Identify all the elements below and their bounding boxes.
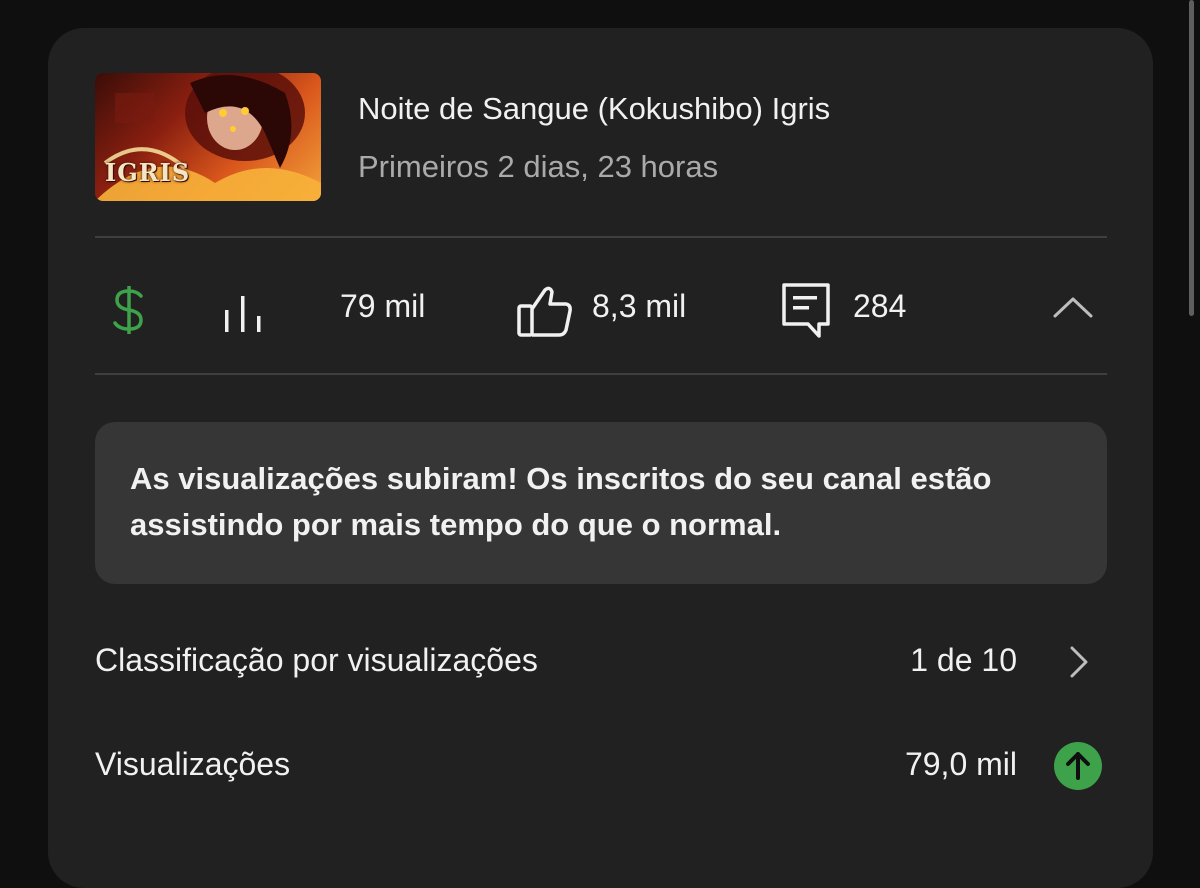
page-scrollbar[interactable] xyxy=(1189,0,1194,316)
chevron-up-icon[interactable] xyxy=(1053,296,1093,325)
views-value: 79,0 mil xyxy=(904,746,1017,782)
comment-icon[interactable] xyxy=(781,282,831,345)
comments-count: 284 xyxy=(853,288,907,324)
thumbnail-caption: IGRIS xyxy=(105,158,191,187)
insight-banner: As visualizações subiram! Os inscritos d… xyxy=(95,422,1107,584)
insight-text: As visualizações subiram! Os inscritos d… xyxy=(130,461,992,542)
bar-chart-icon xyxy=(223,294,267,339)
video-title: Noite de Sangue (Kokushibo) Igris xyxy=(358,91,831,126)
video-period: Primeiros 2 dias, 23 horas xyxy=(358,149,719,184)
likes-count: 8,3 mil xyxy=(592,288,687,324)
header-divider xyxy=(95,236,1107,238)
ranking-value: 1 de 10 xyxy=(910,642,1017,678)
views-label: Visualizações xyxy=(95,746,291,782)
ranking-label: Classificação por visualizações xyxy=(95,642,538,678)
thumbs-up-icon[interactable] xyxy=(517,284,573,343)
video-analytics-card: IGRIS Noite de Sangue (Kokushibo) Igris … xyxy=(48,28,1153,888)
arrow-up-circle-icon xyxy=(1053,741,1103,796)
dollar-icon[interactable] xyxy=(107,282,151,343)
views-row[interactable]: Visualizações 79,0 mil xyxy=(95,734,1107,794)
stats-bar: 79 mil 8,3 mil 284 xyxy=(95,240,1107,375)
chevron-right-icon[interactable] xyxy=(1069,646,1089,683)
video-header[interactable]: IGRIS Noite de Sangue (Kokushibo) Igris … xyxy=(95,73,1107,203)
video-thumbnail[interactable]: IGRIS xyxy=(95,73,321,201)
views-count: 79 mil xyxy=(340,288,426,324)
stats-divider xyxy=(95,373,1107,375)
ranking-row[interactable]: Classificação por visualizações 1 de 10 xyxy=(95,630,1107,690)
